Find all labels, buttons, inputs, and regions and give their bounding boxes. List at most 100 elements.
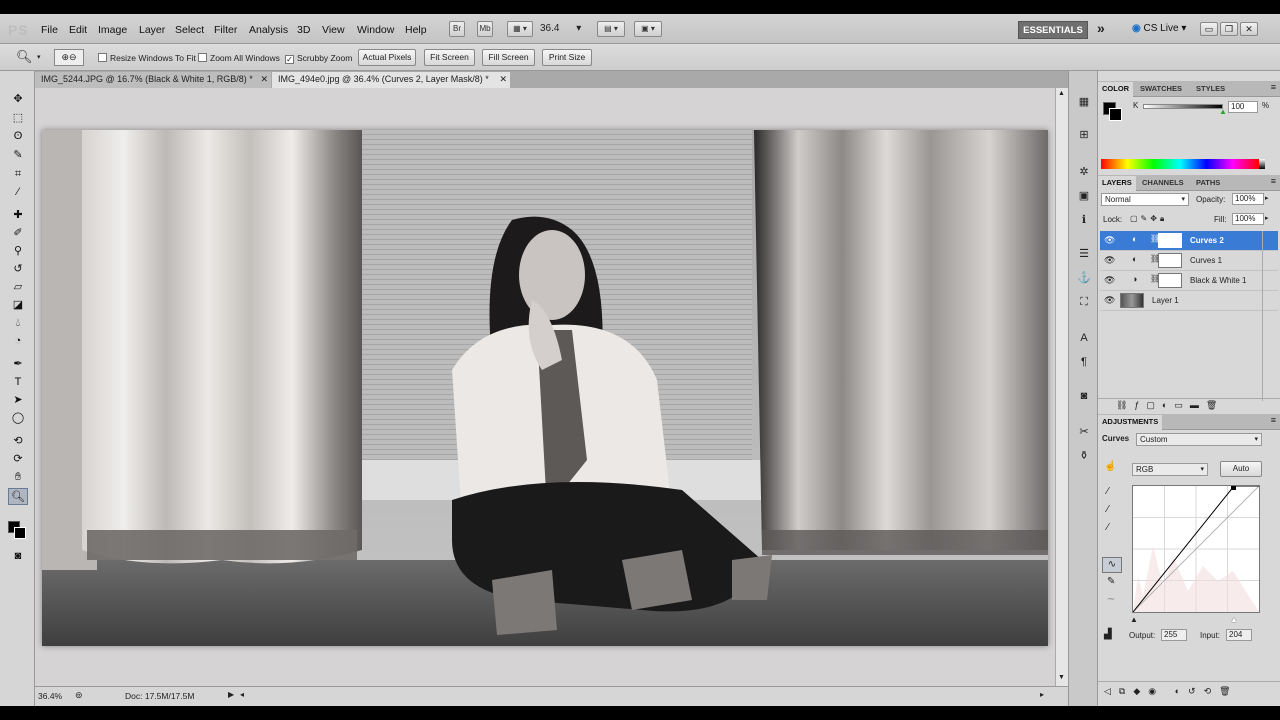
- curve-point-edit-icon[interactable]: ∿: [1102, 557, 1122, 573]
- color-spectrum-ramp[interactable]: [1101, 159, 1259, 169]
- fill-arrow-icon[interactable]: ▸: [1265, 214, 1269, 222]
- black-input-slider-icon[interactable]: ▲: [1130, 615, 1138, 624]
- smooth-curve-icon[interactable]: ∼: [1107, 594, 1115, 605]
- 3d-rotate-tool-icon[interactable]: ⟲: [8, 433, 28, 450]
- menu-filter[interactable]: Filter: [214, 24, 237, 36]
- white-input-slider-icon[interactable]: ▲: [1230, 615, 1238, 624]
- eye-icon[interactable]: 👁︎: [1104, 235, 1115, 246]
- menu-3d[interactable]: 3D: [297, 24, 310, 36]
- paragraph-icon[interactable]: ¶: [1075, 353, 1093, 371]
- zoom-level-select[interactable]: 36.4 ▾: [540, 23, 590, 37]
- cs-live-menu[interactable]: ◉ CS Live ▾: [1132, 23, 1186, 34]
- eraser-tool-icon[interactable]: ▱: [8, 279, 28, 296]
- k-value-field[interactable]: 100: [1228, 101, 1258, 113]
- menu-image[interactable]: Image: [98, 24, 127, 36]
- zoom-tool-icon[interactable]: 🔍︎: [8, 488, 28, 505]
- curves-preset-select[interactable]: Custom ▾: [1136, 433, 1262, 446]
- zoom-all-windows-checkbox[interactable]: Zoom All Windows: [198, 53, 280, 63]
- tab-paths[interactable]: PATHS: [1192, 176, 1224, 191]
- lasso-tool-icon[interactable]: ʘ: [8, 128, 28, 145]
- workspace-essentials-button[interactable]: ESSENTIALS: [1018, 21, 1088, 39]
- background-color-swatch[interactable]: [14, 527, 26, 539]
- panel-menu-icon[interactable]: ≡: [1271, 82, 1276, 92]
- tools-dock-icon[interactable]: ✂: [1075, 423, 1093, 441]
- tab-img-5244[interactable]: IMG_5244.JPG @ 16.7% (Black & White 1, R…: [35, 72, 271, 88]
- path-selection-tool-icon[interactable]: ➤: [8, 392, 28, 409]
- 3d-orbit-tool-icon[interactable]: ⟳: [8, 451, 28, 468]
- move-tool-icon[interactable]: ✥: [8, 91, 28, 108]
- lock-options-icons[interactable]: ▢✎✥🔒︎: [1130, 214, 1167, 224]
- gray-point-eyedropper-icon[interactable]: ⁄: [1107, 504, 1109, 515]
- k-slider-thumb[interactable]: ▲: [1219, 107, 1227, 116]
- layer-mask-thumbnail[interactable]: [1158, 253, 1182, 268]
- clone-source-icon[interactable]: ⚓: [1075, 269, 1093, 287]
- layer-row-layer-1[interactable]: 👁︎ Layer 1: [1100, 291, 1278, 311]
- scrubby-zoom-checkbox[interactable]: ✓ Scrubby Zoom: [285, 53, 352, 64]
- menu-layer[interactable]: Layer: [139, 24, 165, 36]
- opacity-arrow-icon[interactable]: ▸: [1265, 194, 1269, 202]
- menu-window[interactable]: Window: [357, 24, 394, 36]
- layer-mask-thumbnail[interactable]: [1158, 233, 1182, 248]
- brush-tool-icon[interactable]: ✐: [8, 225, 28, 242]
- scroll-left-icon[interactable]: ◂: [240, 690, 244, 699]
- print-size-button[interactable]: Print Size: [542, 49, 592, 66]
- navigator-icon[interactable]: ▣: [1075, 187, 1093, 205]
- menu-file[interactable]: File: [41, 24, 58, 36]
- layer-row-curves-2[interactable]: 👁︎ ◐ ⛓ Curves 2: [1100, 231, 1278, 251]
- panel-menu-icon[interactable]: ≡: [1271, 415, 1276, 425]
- resize-windows-checkbox[interactable]: Resize Windows To Fit: [98, 53, 196, 63]
- auto-button[interactable]: Auto: [1220, 461, 1262, 477]
- restore-button[interactable]: ❐: [1220, 22, 1238, 36]
- healing-brush-tool-icon[interactable]: ✚: [8, 207, 28, 224]
- tab-channels[interactable]: CHANNELS: [1138, 176, 1188, 191]
- quick-select-tool-icon[interactable]: ✎: [8, 147, 28, 164]
- stamp-dock-icon[interactable]: ⚱: [1075, 447, 1093, 465]
- workspace-overflow-icon[interactable]: »: [1097, 20, 1105, 36]
- tab-styles[interactable]: STYLES: [1192, 82, 1229, 97]
- type-tool-icon[interactable]: T: [8, 374, 28, 391]
- character-icon[interactable]: A: [1075, 329, 1093, 347]
- marquee-tool-icon[interactable]: ⬚: [8, 110, 28, 127]
- eye-icon[interactable]: 👁︎: [1104, 255, 1115, 266]
- input-field[interactable]: 204: [1226, 629, 1252, 641]
- gradient-tool-icon[interactable]: ◪: [8, 297, 28, 314]
- channel-select[interactable]: RGB ▾: [1132, 463, 1208, 476]
- dodge-tool-icon[interactable]: ◔: [8, 333, 28, 350]
- clone-stamp-tool-icon[interactable]: ⚲: [8, 243, 28, 260]
- zoom-tool-icon[interactable]: 🔍︎: [16, 49, 33, 65]
- actual-pixels-button[interactable]: Actual Pixels: [358, 49, 416, 66]
- bridge-button[interactable]: Br: [449, 21, 465, 37]
- tab-img-494e0[interactable]: IMG_494e0.jpg @ 36.4% (Curves 2, Layer M…: [272, 72, 510, 88]
- close-button[interactable]: ✕: [1240, 22, 1258, 36]
- layer-row-curves-1[interactable]: 👁︎ ◐ ⛓ Curves 1: [1100, 251, 1278, 271]
- on-image-adjust-icon[interactable]: ☝: [1104, 461, 1116, 472]
- white-point-eyedropper-icon[interactable]: ⁄: [1107, 522, 1109, 533]
- pencil-draw-icon[interactable]: ✎: [1107, 576, 1115, 587]
- tab-layers[interactable]: LAYERS: [1098, 176, 1136, 191]
- 3d-icon[interactable]: ✲: [1075, 163, 1093, 181]
- layer-mask-thumbnail[interactable]: [1158, 273, 1182, 288]
- quick-mask-icon[interactable]: ◙: [8, 548, 28, 565]
- black-white-ramp[interactable]: [1259, 159, 1265, 169]
- tab-adjustments[interactable]: ADJUSTMENTS: [1098, 415, 1163, 430]
- zoom-percentage-field[interactable]: 36.4%: [38, 691, 62, 701]
- curves-graph[interactable]: [1132, 485, 1260, 613]
- mini-bridge-icon[interactable]: ▦: [1075, 93, 1093, 111]
- screen-mode-button[interactable]: ▣ ▾: [634, 21, 662, 37]
- panel-menu-icon[interactable]: ≡: [1271, 176, 1276, 186]
- fit-screen-button[interactable]: Fit Screen: [424, 49, 475, 66]
- menu-select[interactable]: Select: [175, 24, 204, 36]
- menu-help[interactable]: Help: [405, 24, 427, 36]
- black-point-eyedropper-icon[interactable]: ⁄: [1107, 486, 1109, 497]
- zoom-in-out-toggle[interactable]: ⊕⊖: [54, 49, 84, 66]
- fill-screen-button[interactable]: Fill Screen: [482, 49, 535, 66]
- histogram-toggle-icon[interactable]: ▟: [1104, 629, 1112, 640]
- layers-footer-buttons[interactable]: ⛓ƒ▢◐▭▬🗑︎: [1098, 398, 1280, 412]
- crop-tool-icon[interactable]: ⌗: [8, 166, 28, 183]
- tool-presets-icon[interactable]: ⛶: [1075, 293, 1093, 311]
- info-icon[interactable]: ℹ: [1075, 211, 1093, 229]
- opacity-field[interactable]: 100%: [1232, 193, 1264, 205]
- vertical-scrollbar[interactable]: ▲ ▼: [1055, 88, 1068, 686]
- view-extras-button[interactable]: ▦ ▾: [507, 21, 533, 37]
- fill-field[interactable]: 100%: [1232, 213, 1264, 225]
